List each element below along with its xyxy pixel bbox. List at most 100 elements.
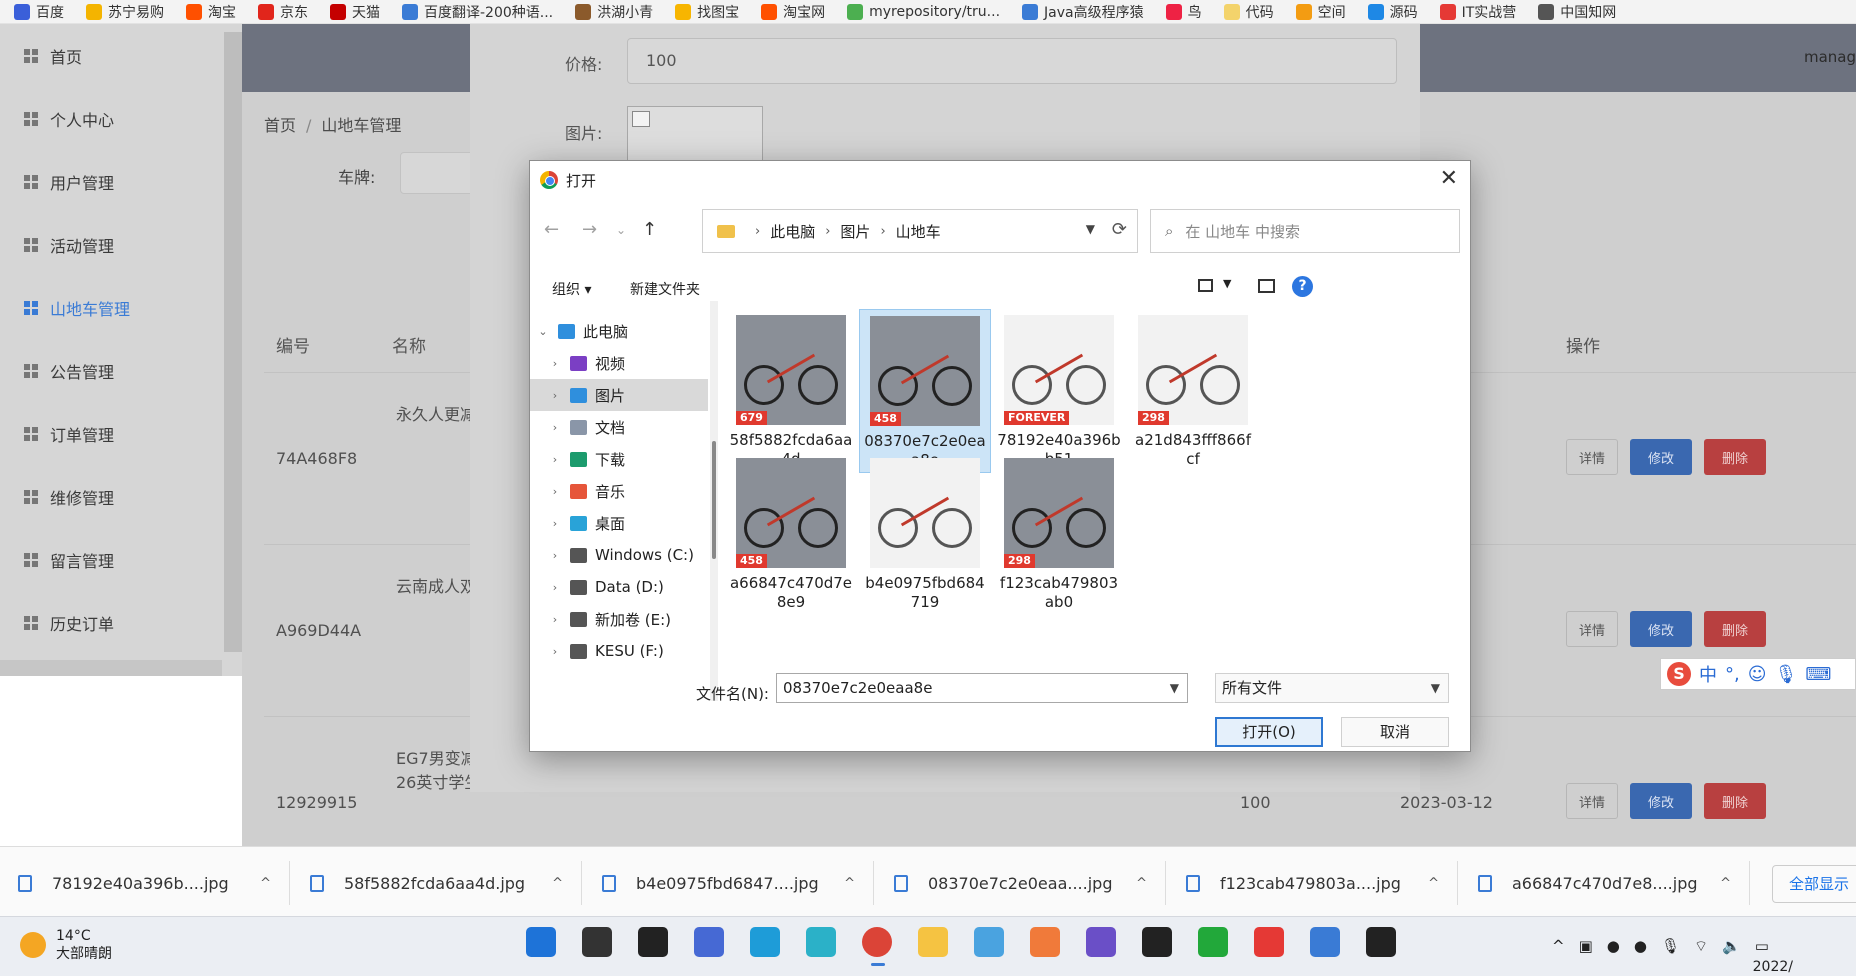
chevron-down-icon[interactable]: ▼ [1170,674,1179,702]
sogou-logo-icon[interactable]: S [1667,662,1691,686]
sidebar-item[interactable]: 维修管理 [0,465,242,528]
bookmark-item[interactable]: 找图宝 [675,2,739,22]
app-icon-1[interactable] [694,927,724,957]
file-item[interactable]: 298 a21d843fff866fcf [1127,309,1259,473]
chevron-right-icon[interactable]: › [548,581,562,594]
sidebar-item[interactable]: 活动管理 [0,213,242,276]
wps-icon[interactable] [1254,927,1284,957]
close-icon[interactable]: ✕ [1440,167,1458,191]
bookmark-item[interactable]: IT实战营 [1439,2,1516,22]
download-item[interactable]: f123cab479803a....jpg ^ [1168,861,1458,905]
wifi-icon[interactable]: ⌔ [1694,937,1708,956]
sidebar-item[interactable]: 订单管理 [0,402,242,465]
plate-filter-input[interactable] [400,152,480,194]
chevron-up-icon[interactable]: ^ [844,876,855,891]
file-item[interactable]: b4e0975fbd684719 [859,452,991,616]
microphone-icon[interactable]: 🎙 [1775,664,1798,685]
download-item[interactable]: a66847c470d7e8....jpg ^ [1460,861,1750,905]
chevron-right-icon[interactable]: › [548,453,562,466]
chevron-up-icon[interactable]: ^ [1552,937,1565,956]
sidebar-item[interactable]: 留言管理 [0,528,242,591]
bookmark-item[interactable]: 京东 [258,2,308,22]
task-view-icon[interactable] [638,927,668,957]
tree-item[interactable]: › 视频 [530,347,708,379]
bookmark-item[interactable]: 淘宝网 [761,2,825,22]
chevron-right-icon[interactable]: › [548,485,562,498]
file-item[interactable]: 67958f5882fcda6aa4d [725,309,857,473]
chevron-right-icon[interactable]: › [548,645,562,658]
bookmark-item[interactable]: 天猫 [330,2,380,22]
tree-item[interactable]: › Windows (C:) [530,539,708,571]
search-icon[interactable] [582,927,612,957]
bookmark-item[interactable]: 源码 [1367,2,1418,22]
tree-item[interactable]: › 下载 [530,443,708,475]
organize-menu[interactable]: 组织 ▾ [552,279,591,299]
bookmark-item[interactable]: 鸟 [1165,2,1202,22]
path-segment[interactable]: 图片 [840,221,870,242]
app-icon-2[interactable] [974,927,1004,957]
explorer-icon[interactable] [918,927,948,957]
up-arrow-icon[interactable]: ↑ [642,219,657,240]
detail-button[interactable]: 详情 [1566,611,1618,647]
file-item[interactable]: FOREVER78192e40a396bb51 [993,309,1125,473]
chevron-right-icon[interactable]: › [548,421,562,434]
chevron-up-icon[interactable]: ^ [1136,876,1147,891]
bookmark-item[interactable]: 中国知网 [1538,2,1616,22]
chevron-right-icon[interactable]: › [548,389,562,402]
sidebar-item[interactable]: 用户管理 [0,150,242,213]
file-item[interactable]: 458 a66847c470d7e8e9 [725,452,857,616]
intellij-icon[interactable] [1142,927,1172,957]
download-item[interactable]: 08370e7c2e0eaa....jpg ^ [876,861,1166,905]
open-button[interactable]: 打开(O) [1215,717,1323,747]
cancel-button[interactable]: 取消 [1341,717,1449,747]
terminal-icon[interactable] [1366,927,1396,957]
bookmark-item[interactable]: 洪湖小青 [575,2,653,22]
tree-item[interactable]: › Data (D:) [530,571,708,603]
file-item[interactable]: 45808370e7c2e0eaa8e [859,309,991,473]
download-item[interactable]: b4e0975fbd6847....jpg ^ [584,861,874,905]
chevron-right-icon[interactable]: › [548,517,562,530]
ime-language[interactable]: 中 [1699,661,1717,687]
weather-widget[interactable]: 14°C 大部晴朗 [20,927,112,963]
search-input[interactable]: ⌕ 在 山地车 中搜索 [1150,209,1460,253]
app-icon-4[interactable] [1086,927,1116,957]
tree-item[interactable]: ⌄ 此电脑 [530,315,708,347]
chevron-up-icon[interactable]: ^ [552,876,563,891]
sidebar-item[interactable]: 个人中心 [0,87,242,150]
preview-pane-icon[interactable] [1258,279,1275,293]
chevron-right-icon[interactable]: › [548,613,562,626]
filetype-select[interactable]: 所有文件 ▼ [1215,673,1449,703]
chrome-icon[interactable] [862,927,892,966]
new-folder-button[interactable]: 新建文件夹 [630,279,700,299]
breadcrumb-home[interactable]: 首页 [264,116,296,135]
bookmark-item[interactable]: myrepository/tru... [847,3,1000,20]
tree-item[interactable]: › 图片 [530,379,708,411]
app-icon-3[interactable] [1030,927,1060,957]
image-upload-box[interactable] [627,106,763,166]
chevron-down-icon[interactable]: ▼ [1086,222,1095,236]
chevron-up-icon[interactable]: ^ [1428,876,1439,891]
file-item[interactable]: 298 f123cab479803ab0 [993,452,1125,616]
detail-button[interactable]: 详情 [1566,783,1618,819]
price-input[interactable]: 100 [627,38,1397,84]
volume-icon[interactable]: 🔈 [1722,937,1741,956]
tree-item[interactable]: › KESU (F:) [530,635,708,667]
back-arrow-icon[interactable]: ← [544,219,559,240]
download-item[interactable]: 78192e40a396b....jpg ^ [0,861,290,905]
path-segment[interactable]: 山地车 [896,221,941,242]
microphone-icon[interactable]: 🎙 [1661,937,1680,956]
refresh-icon[interactable]: ⟳ [1112,219,1127,240]
bookmark-item[interactable]: 百度翻译-200种语... [402,2,553,22]
chevron-right-icon[interactable]: › [548,357,562,370]
notepad-icon[interactable] [1310,927,1340,957]
user-name[interactable]: manag [1804,48,1856,66]
edge-dev-icon[interactable] [806,927,836,957]
sidebar-item[interactable]: 首页 [0,24,242,87]
address-bar[interactable]: › 此电脑 › 图片 › 山地车 ▼ ⟳ [702,209,1138,253]
bookmark-item[interactable]: 空间 [1295,2,1346,22]
tree-item[interactable]: › 音乐 [530,475,708,507]
ime-punctuation[interactable]: °, [1725,664,1740,685]
bookmark-item[interactable]: 苏宁易购 [86,2,164,22]
help-icon[interactable]: ? [1292,276,1313,297]
ime-toolbar[interactable]: S 中 °, ☺ 🎙 ⌨ [1660,658,1856,690]
